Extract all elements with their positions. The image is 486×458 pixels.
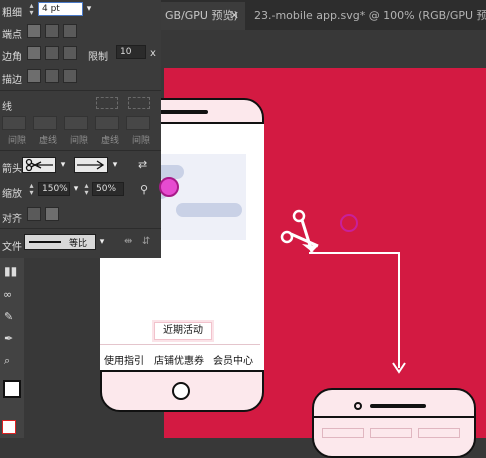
limit-unit: x	[150, 48, 156, 59]
cap-label: 端点	[2, 30, 22, 41]
phone-camera	[354, 402, 362, 410]
zoom-tool-icon[interactable]: ⌕	[4, 354, 20, 367]
profile-select[interactable]: 等比	[24, 234, 96, 250]
tab-current-document[interactable]: GB/GPU 预览) ✕	[161, 2, 245, 30]
phone-mockup-secondary[interactable]	[312, 388, 476, 458]
chat-bubble-right	[176, 203, 242, 217]
phone-speaker	[370, 404, 426, 408]
chevron-down-icon[interactable]: ▾	[96, 234, 108, 250]
scissors-arrowhead-icon	[25, 158, 53, 172]
profile-value: 等比	[69, 239, 88, 249]
scale-start-stepper[interactable]: ▴ ▾	[27, 182, 36, 197]
round-join-button[interactable]	[45, 46, 59, 60]
corner-label: 边角	[2, 52, 22, 63]
profile-label: 文件	[2, 242, 22, 253]
align-inside-button[interactable]	[45, 69, 59, 83]
flip-profile-icon[interactable]: ⇹	[124, 236, 136, 248]
butt-cap-button[interactable]	[27, 24, 41, 38]
recent-activity-badge: 近期活动	[154, 322, 212, 340]
arrow-tip-place-button[interactable]	[45, 207, 59, 221]
swap-arrowheads-icon[interactable]: ⇄	[138, 158, 152, 172]
dash-cell-label: 虚线	[39, 136, 58, 146]
dash-preserve-icon[interactable]	[96, 97, 118, 109]
weight-stepper[interactable]: ▴ ▾	[27, 2, 36, 17]
nav-divider	[100, 344, 260, 345]
tab-mobile-app-svg[interactable]: 23.-mobile app.svg* @ 100% (RGB/GPU 预览)	[250, 2, 486, 30]
close-icon[interactable]: ✕	[230, 2, 239, 30]
dash-cell[interactable]	[95, 116, 119, 130]
anchor-handle-icon[interactable]	[159, 177, 179, 197]
placeholder-box	[370, 428, 412, 438]
tab-label: GB/GPU 预览)	[165, 9, 238, 22]
dash-cell[interactable]	[33, 116, 57, 130]
limit-label: 限制	[88, 52, 108, 63]
placeholder-box	[322, 428, 364, 438]
dash-cell[interactable]	[126, 116, 150, 130]
nav-guide[interactable]: 使用指引	[104, 352, 144, 367]
weight-label: 粗细	[2, 8, 22, 19]
scale-end-input[interactable]: 50%	[92, 182, 124, 196]
placeholder-box	[418, 428, 460, 438]
stroke-swatch[interactable]	[2, 420, 16, 434]
align-center-button[interactable]	[27, 69, 41, 83]
start-arrowhead-select[interactable]	[22, 157, 56, 173]
tools-toolbar: ▮▮ ∞ ✎ ✒ ⌕	[0, 258, 24, 438]
align-stroke-label: 描边	[2, 75, 22, 86]
eyedropper-icon[interactable]: ✎	[4, 310, 20, 323]
chevron-down-icon[interactable]: ▾	[83, 1, 95, 17]
bevel-join-button[interactable]	[63, 46, 77, 60]
tab-label: 23.-mobile app.svg* @ 100% (RGB/GPU 预览)	[254, 9, 486, 22]
weight-input[interactable]: 4 pt	[38, 2, 83, 16]
home-button	[172, 382, 190, 400]
fill-swatch[interactable]	[3, 380, 21, 398]
projecting-cap-button[interactable]	[63, 24, 77, 38]
scale-end-stepper[interactable]: ▴ ▾	[82, 182, 91, 197]
pen-tool-icon[interactable]: ✒	[4, 332, 20, 345]
dash-cell[interactable]	[2, 116, 26, 130]
flip-axis-icon[interactable]: ⇵	[142, 236, 154, 248]
dash-cell-label: 虚线	[101, 136, 120, 146]
dashed-line-label: 线	[2, 102, 12, 113]
dash-cell-label: 间隙	[70, 136, 89, 146]
chevron-down-icon[interactable]: ▾	[57, 157, 69, 173]
cursor-circle-icon	[340, 214, 358, 232]
artboard[interactable]: 近期活动 使用指引 店铺优惠券 会员中心	[100, 68, 486, 458]
dash-cell[interactable]	[64, 116, 88, 130]
arrow-arrowhead-icon	[77, 160, 105, 170]
blend-tool-icon[interactable]: ∞	[3, 288, 21, 301]
down-arrow-icon	[392, 362, 406, 374]
stroke-panel: 粗细 ▴ ▾ 4 pt ▾ 端点 边角 限制 10 x 描边 线 间隙 虚线 间隙…	[0, 0, 161, 258]
align-outside-button[interactable]	[63, 69, 77, 83]
profile-preview	[29, 241, 61, 243]
scale-start-input[interactable]: 150%	[38, 182, 70, 196]
dash-cell-label: 间隙	[132, 136, 151, 146]
cut-line-arrow	[309, 252, 400, 368]
nav-coupons[interactable]: 店铺优惠券	[154, 352, 204, 367]
link-scale-icon[interactable]: ⚲	[140, 183, 154, 197]
limit-input[interactable]: 10	[116, 45, 146, 59]
align-arrow-label: 对齐	[2, 214, 22, 225]
dash-align-icon[interactable]	[128, 97, 150, 109]
scale-label: 缩放	[2, 189, 22, 200]
end-arrowhead-select[interactable]	[74, 157, 108, 173]
arrowheads-label: 箭头	[2, 164, 22, 175]
arrow-tip-extend-button[interactable]	[27, 207, 41, 221]
miter-join-button[interactable]	[27, 46, 41, 60]
chevron-down-icon[interactable]: ▾	[70, 181, 82, 197]
chart-tool-icon[interactable]: ▮▮	[4, 264, 20, 278]
chevron-down-icon[interactable]: ▾	[109, 157, 121, 173]
nav-member-center[interactable]: 会员中心	[213, 352, 253, 367]
dash-cell-label: 间隙	[8, 136, 27, 146]
round-cap-button[interactable]	[45, 24, 59, 38]
screen-top-edge	[312, 416, 476, 418]
